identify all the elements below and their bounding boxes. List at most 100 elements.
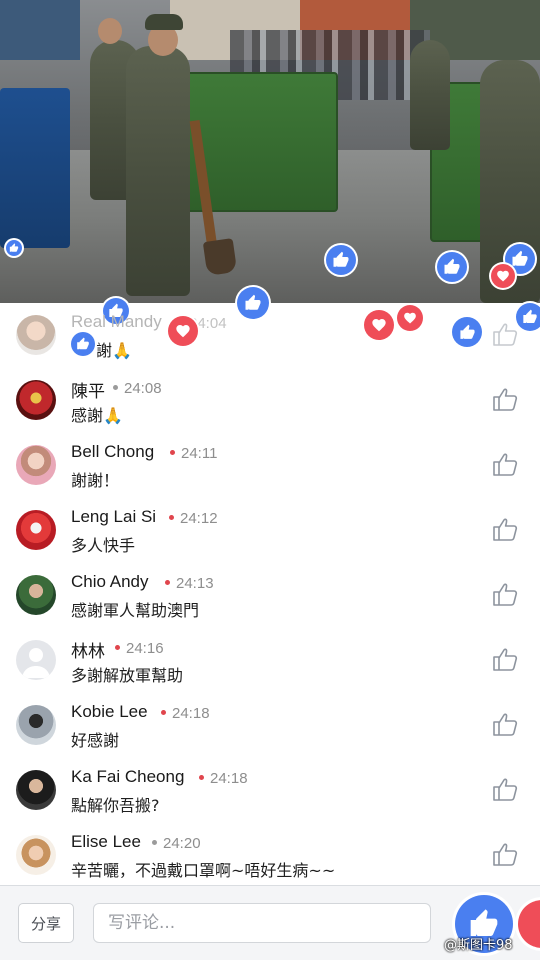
comment-item: Chio Andy 24:13 感謝軍人幫助澳門 <box>0 569 540 634</box>
floating-love-reaction <box>364 310 394 340</box>
heart-icon <box>497 270 509 282</box>
comment-time: 24:08 <box>124 380 162 397</box>
thumbs-up-outline-icon[interactable] <box>492 451 520 477</box>
default-avatar[interactable] <box>16 640 56 680</box>
thumbs-up-icon <box>333 251 349 267</box>
timestamp-dot <box>169 515 174 521</box>
thumbs-up-outline-icon[interactable] <box>492 776 520 802</box>
avatar[interactable] <box>16 705 56 745</box>
comment-author-name[interactable]: 林林 <box>71 637 105 662</box>
comment-text: 點解你吾搬? <box>71 796 160 815</box>
comment-timestamp: 24:18 <box>193 770 248 787</box>
thumbs-up-icon <box>459 324 475 339</box>
floating-like-reaction <box>452 317 482 347</box>
comment-timestamp: 24:18 <box>155 705 210 722</box>
watermark: @斯图卡98 <box>444 938 513 953</box>
person-silhouette-icon <box>22 648 50 678</box>
comment-input[interactable] <box>93 903 431 943</box>
avatar[interactable] <box>16 315 56 355</box>
avatar[interactable] <box>16 835 56 875</box>
comment-item: Leng Lai Si 24:12 多人快手 <box>0 504 540 569</box>
floating-like-reaction <box>6 240 22 256</box>
floating-love-reaction <box>491 264 515 288</box>
video-soldier-center <box>126 46 190 296</box>
thumbs-up-outline-icon[interactable] <box>492 646 520 672</box>
heart-icon <box>176 325 190 338</box>
heart-icon <box>404 312 416 324</box>
avatar[interactable] <box>16 770 56 810</box>
comment-author-name[interactable]: Real Mandy <box>71 312 162 332</box>
comment-timestamp: 24:16 <box>109 640 164 657</box>
comment-author-name[interactable]: Elise Lee <box>71 832 141 852</box>
comment-text: 辛苦曬，不過戴口罩啊~唔好生病~~ <box>71 861 336 880</box>
thumbs-up-outline-icon[interactable] <box>492 841 520 867</box>
thumbs-up-icon <box>77 337 89 350</box>
comment-text: 多人快手 <box>71 536 136 555</box>
comment-item: Kobie Lee 24:18 好感謝 <box>0 699 540 764</box>
video-soldier-center-cap <box>145 14 183 30</box>
thumbs-up-icon <box>523 309 537 323</box>
comment-author-name[interactable]: 陳平 <box>71 377 105 402</box>
thumbs-up-icon <box>9 243 19 252</box>
comment-author-name[interactable]: Leng Lai Si <box>71 507 156 527</box>
comment-time: 24:18 <box>172 705 210 722</box>
timestamp-dot <box>152 840 157 846</box>
floating-like-reaction <box>71 332 95 356</box>
heart-icon <box>372 319 386 332</box>
avatar[interactable] <box>16 380 56 420</box>
thumbs-up-outline-icon[interactable] <box>492 386 520 412</box>
timestamp-dot <box>115 645 120 651</box>
avatar[interactable] <box>16 575 56 615</box>
comment-timestamp: 24:13 <box>159 575 214 592</box>
comment-time: 24:16 <box>126 640 164 657</box>
comment-timestamp: 24:11 <box>164 445 217 462</box>
thumbs-up-outline-icon[interactable] <box>492 516 520 542</box>
avatar[interactable] <box>16 510 56 550</box>
comment-time: 24:18 <box>210 770 248 787</box>
video-soldier-left-head <box>98 18 122 44</box>
comment-text: 感謝軍人幫助澳門 <box>71 601 200 620</box>
comment-author-name[interactable]: Bell Chong <box>71 442 154 462</box>
video-shovel-blade <box>202 238 238 276</box>
floating-love-reaction <box>397 305 423 331</box>
timestamp-dot <box>161 710 166 716</box>
comment-list[interactable]: Real Mandy 24:04 謝🙏 陳平 24:08 感謝🙏 Bell Ch… <box>0 303 540 885</box>
comment-time: 24:11 <box>181 445 218 462</box>
floating-like-reaction <box>437 252 467 282</box>
thumbs-up-outline-icon[interactable] <box>492 321 520 347</box>
comment-item: Ka Fai Cheong 24:18 點解你吾搬? <box>0 764 540 829</box>
comment-item: 林林 24:16 多謝解放軍幫助 <box>0 634 540 699</box>
comment-item: 陳平 24:08 感謝🙏 <box>0 374 540 439</box>
thumbs-up-icon <box>512 250 528 266</box>
comment-item: Bell Chong 24:11 謝謝！ <box>0 439 540 504</box>
comment-time: 24:20 <box>163 835 201 852</box>
comment-author-name[interactable]: Ka Fai Cheong <box>71 767 184 787</box>
thumbs-up-icon <box>444 258 460 274</box>
avatar[interactable] <box>16 445 56 485</box>
comment-item: Elise Lee 24:20 辛苦曬，不過戴口罩啊~唔好生病~~ <box>0 829 540 885</box>
thumbs-up-outline-icon[interactable] <box>492 711 520 737</box>
comment-timestamp: 24:12 <box>163 510 218 527</box>
thumbs-up-outline-icon[interactable] <box>492 581 520 607</box>
comment-time: 24:12 <box>180 510 218 527</box>
comment-time: 24:13 <box>176 575 214 592</box>
video-blue-bin <box>0 88 70 248</box>
comment-text: 好感謝 <box>71 731 120 750</box>
comment-timestamp: 24:08 <box>107 380 162 397</box>
share-button[interactable]: 分享 <box>18 903 74 943</box>
comment-author-name[interactable]: Kobie Lee <box>71 702 148 722</box>
comment-text: 謝🙏 <box>96 341 132 360</box>
comment-author-name[interactable]: Chio Andy <box>71 572 149 592</box>
comment-text: 多謝解放軍幫助 <box>71 666 184 685</box>
floating-like-reaction <box>516 303 540 331</box>
comment-text: 謝謝！ <box>71 471 120 490</box>
floating-love-reaction <box>168 316 198 346</box>
comment-timestamp: 24:20 <box>146 835 201 852</box>
timestamp-dot <box>113 385 118 391</box>
comment-text: 感謝🙏 <box>71 406 123 425</box>
timestamp-dot <box>165 580 170 586</box>
video-building-left <box>0 0 80 60</box>
video-soldier-back <box>410 40 450 150</box>
live-video-screen: Real Mandy 24:04 謝🙏 陳平 24:08 感謝🙏 Bell Ch… <box>0 0 540 960</box>
timestamp-dot <box>199 775 204 781</box>
